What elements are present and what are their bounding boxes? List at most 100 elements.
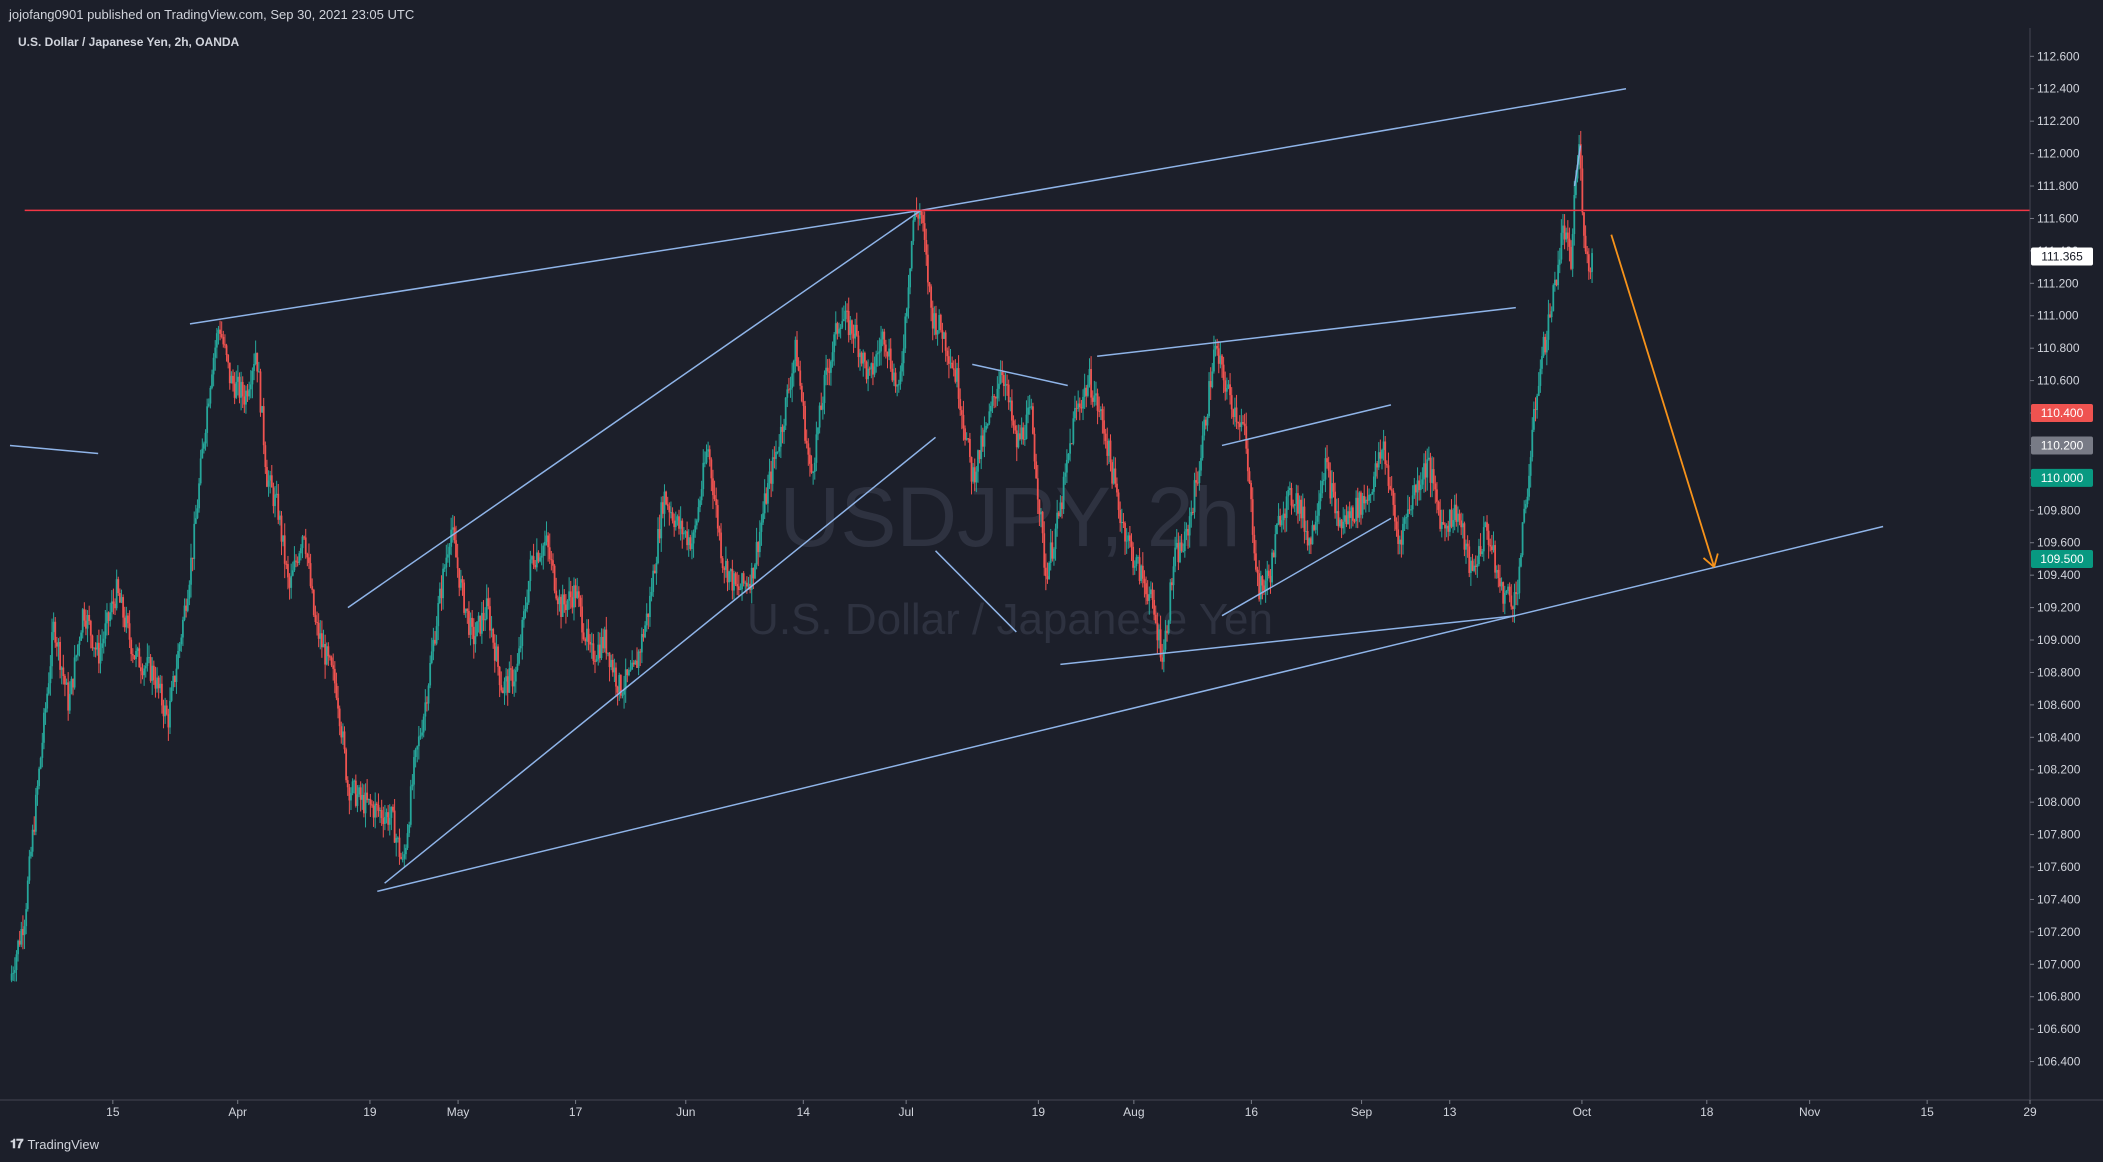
candle-body	[303, 536, 306, 538]
candle-body	[904, 316, 907, 349]
candle-body	[930, 286, 933, 308]
candle-body	[1562, 225, 1564, 233]
candle-body	[784, 397, 787, 426]
candle-body	[742, 573, 745, 584]
candle-body	[998, 383, 1000, 389]
candle-body	[1015, 430, 1018, 448]
candle-body	[269, 475, 272, 481]
candle-body	[852, 333, 855, 339]
x-tick-label: Sep	[1351, 1105, 1373, 1119]
candle-body	[999, 372, 1002, 384]
x-tick-label: Jun	[676, 1105, 695, 1119]
candle-body	[1049, 542, 1052, 563]
candle-body	[212, 357, 215, 375]
candle-body	[1431, 469, 1433, 483]
candle-body	[522, 611, 525, 620]
candle-body	[211, 374, 213, 388]
candle-body	[384, 816, 386, 824]
y-tick-label: 111.800	[2037, 179, 2079, 193]
candle-body	[1269, 575, 1272, 583]
candle-body	[846, 310, 848, 312]
candle-body	[1204, 419, 1207, 426]
candle-body	[217, 329, 220, 334]
candle-body	[114, 603, 116, 609]
candle-body	[1452, 520, 1454, 527]
candle-body	[224, 344, 226, 346]
candle-body	[783, 425, 785, 432]
tradingview-logo[interactable]: 𝟏𝟕 TradingView	[10, 1136, 99, 1152]
candle-body	[1240, 422, 1243, 427]
candle-body	[183, 605, 186, 620]
candle-body	[776, 451, 779, 453]
candle-body	[839, 327, 842, 329]
candle-body	[127, 615, 129, 624]
candle-body	[855, 324, 858, 336]
candle-body	[1259, 576, 1262, 600]
x-tick-label: 29	[2023, 1105, 2037, 1119]
candle-body	[358, 787, 360, 795]
candle-body	[117, 579, 120, 594]
candle-body	[1326, 458, 1328, 463]
candle-body	[251, 370, 254, 385]
candle-body	[167, 714, 170, 728]
price-label-text: 111.365	[2041, 250, 2083, 264]
candle-body	[1345, 515, 1348, 525]
candle-body	[863, 352, 866, 362]
y-tick-label: 109.800	[2037, 503, 2081, 517]
price-label-text: 109.500	[2040, 552, 2084, 566]
candle-body	[245, 390, 247, 405]
y-tick-label: 110.600	[2037, 374, 2080, 388]
candle-body	[1048, 562, 1050, 580]
candle-body	[1476, 564, 1479, 568]
candle-body	[120, 597, 123, 603]
candle-body	[632, 662, 635, 665]
candle-body	[1020, 427, 1023, 440]
candle-body	[1009, 400, 1012, 403]
candle-body	[68, 693, 71, 711]
candle-body	[817, 427, 819, 435]
candle-body	[602, 636, 604, 649]
candle-body	[1340, 519, 1343, 529]
candle-body	[1364, 499, 1367, 504]
candle-body	[280, 515, 283, 542]
candle-body	[805, 440, 808, 444]
candle-body	[555, 590, 558, 599]
candle-body	[935, 313, 937, 335]
candle-body	[691, 543, 693, 550]
candle-body	[1432, 469, 1435, 484]
candle-body	[980, 435, 983, 460]
candle-body	[96, 642, 99, 650]
candle-body	[1373, 476, 1375, 492]
candle-body	[164, 705, 167, 717]
candle-body	[1455, 504, 1458, 522]
candle-body	[186, 598, 189, 611]
candle-body	[1004, 384, 1007, 387]
candle-body	[1319, 493, 1322, 502]
candle-body	[1164, 630, 1167, 650]
candle-body	[565, 604, 567, 611]
y-tick-label: 106.800	[2037, 990, 2081, 1004]
candle-body	[141, 671, 144, 676]
candle-body	[477, 615, 480, 622]
candle-body	[1447, 525, 1450, 532]
candle-body	[1256, 569, 1259, 574]
candle-body	[1007, 384, 1010, 403]
candle-body	[1444, 524, 1446, 529]
candle-body	[204, 432, 207, 444]
candle-body	[182, 619, 184, 638]
candle-body	[139, 667, 142, 672]
candle-body	[1448, 509, 1451, 532]
candle-body	[1028, 407, 1031, 409]
candle-body	[136, 648, 139, 652]
candle-body	[353, 780, 356, 782]
candle-body	[1321, 481, 1324, 494]
price-label-text: 110.400	[2041, 406, 2084, 420]
candle-body	[319, 633, 322, 639]
price-chart[interactable]: USDJPY, 2h U.S. Dollar / Japanese Yen U.…	[0, 0, 2103, 1162]
candle-body	[652, 570, 655, 592]
candle-body	[1316, 515, 1319, 522]
candle-body	[920, 211, 923, 216]
candle-body	[584, 639, 587, 642]
x-tick-label: 14	[797, 1105, 811, 1119]
candle-body	[723, 568, 726, 570]
